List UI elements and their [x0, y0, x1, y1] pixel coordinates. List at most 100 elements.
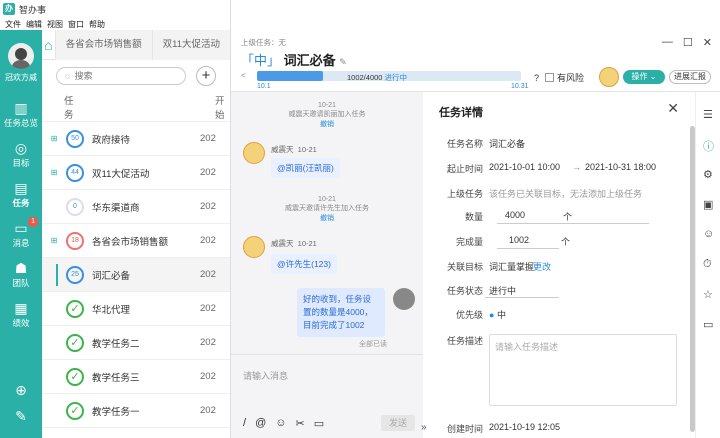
search-row: ○ + [42, 60, 230, 92]
info-icon[interactable]: ⓘ [703, 138, 714, 154]
overview-icon: ▥ [14, 100, 28, 116]
field-task-name: 任务名称 词汇必备 [446, 137, 526, 150]
progress-ring: 44 [66, 163, 84, 182]
menu-help[interactable]: 帮助 [89, 19, 105, 30]
task-name: 教学任务一 [92, 406, 140, 418]
chat-bubble: @凯丽(汪凯丽) [271, 158, 340, 178]
close-form-icon[interactable]: ✕ [667, 100, 679, 117]
field-completed: 完成量 1002 个 [455, 235, 571, 249]
task-row[interactable]: ⊞ 18 各省会市场销售额 202 [42, 224, 230, 258]
send-button[interactable]: 发送 [381, 415, 415, 431]
menu-file[interactable]: 文件 [5, 19, 21, 30]
sidebar: 冠欢方威 ▥ 任务总览 ◎ 目标 ▤ 任务 ▭ 消息 1 ☗ 团队 ▦ 绩效 ⊕ ✎ [0, 30, 42, 438]
detail-maximize-button[interactable]: ☐ [683, 36, 693, 49]
slash-command-icon[interactable]: / [243, 417, 246, 430]
task-start-date: 202 [200, 133, 216, 144]
detail-close-button[interactable]: ✕ [703, 36, 712, 49]
detail-minimize-button[interactable]: — [662, 36, 673, 49]
emoji-icon[interactable]: ☺ [275, 417, 286, 430]
document-icon[interactable]: ▣ [703, 198, 713, 211]
field-status: 任务状态 进行中 [427, 284, 689, 300]
sender-avatar[interactable] [243, 142, 265, 164]
risk-checkbox[interactable] [545, 73, 555, 82]
menu-edit[interactable]: 编辑 [26, 19, 42, 30]
sender-name: 威震天 10-21 [271, 145, 317, 154]
undo-link[interactable]: 撤销 [231, 213, 423, 223]
operation-button[interactable]: 操作 ⌄ [623, 70, 665, 84]
nav-messages[interactable]: ▭ 消息 1 [0, 217, 42, 249]
progress-report-button[interactable]: 进展汇报 [669, 70, 711, 84]
task-row[interactable]: 0 华东渠道商 202 [42, 190, 230, 224]
detail-header: — ☐ ✕ 上级任务：无 「中」 词汇必备 ✎ < 1002/4000 进行中 … [231, 0, 720, 92]
tab-province-sales[interactable]: 各省会市场销售额 [54, 29, 152, 60]
task-name-input[interactable]: 词汇必备 [489, 137, 525, 150]
chat-bubble: @许先生(123) [271, 254, 337, 274]
col-task-header[interactable]: 任务 [64, 93, 79, 121]
priority-select[interactable]: ● 中 [489, 308, 506, 321]
task-start-date: 202 [200, 337, 216, 348]
owner-avatar[interactable] [599, 67, 619, 87]
clock-icon[interactable]: ⏱ [703, 258, 712, 271]
star-icon[interactable]: ☆ [703, 288, 713, 301]
field-goal: 关联目标 词汇量掌握 更改 [446, 260, 552, 273]
search-input[interactable] [74, 71, 165, 81]
subtask-icon: ⊞ [50, 236, 58, 245]
tab-bar: ⌂ 各省会市场销售额 双11大促活动 [42, 29, 230, 60]
message-input-area[interactable]: 请输入消息 / @ ☺ ✂ ▭ 发送 [231, 354, 423, 438]
menu-view[interactable]: 视图 [47, 19, 63, 30]
task-row[interactable]: 25 词汇必备 202 [42, 258, 230, 292]
task-row[interactable]: ✓ 教学任务三 202 [42, 360, 230, 394]
nav-overview[interactable]: ▥ 任务总览 [0, 100, 42, 129]
target-icon: ◎ [14, 140, 28, 156]
task-name: 词汇必备 [92, 270, 131, 282]
nav-performance[interactable]: ▦ 绩效 [0, 300, 42, 329]
description-textarea[interactable]: 请输入任务描述 [489, 334, 677, 406]
add-member-button[interactable]: ⊕ [0, 382, 42, 398]
add-task-button[interactable]: + [196, 66, 216, 86]
nav-team[interactable]: ☗ 团队 [0, 260, 42, 289]
folder-icon[interactable]: ▭ [314, 417, 324, 430]
task-row[interactable]: ✓ 教学任务一 202 [42, 394, 230, 428]
progress-ring: 18 [66, 231, 84, 250]
search-box[interactable]: ○ [56, 67, 186, 85]
list-icon[interactable]: ☰ [703, 108, 713, 121]
person-icon[interactable]: ☺ [703, 228, 714, 240]
end-time-input[interactable]: 2021-10-31 18:00 [585, 162, 656, 172]
tab-double11[interactable]: 双11大促活动 [151, 29, 230, 60]
edit-title-icon[interactable]: ✎ [339, 57, 347, 67]
task-name: 教学任务二 [92, 338, 140, 350]
progress-end-date: 10.31 [511, 83, 529, 90]
risk-toggle[interactable]: ? 有风险 [534, 71, 584, 84]
user-avatar[interactable] [8, 43, 34, 69]
task-row[interactable]: ⊞ 44 双11大促活动 202 [42, 156, 230, 190]
scissors-icon[interactable]: ✂ [295, 417, 304, 430]
parent-task-label: 上级任务：无 [241, 38, 286, 47]
task-row[interactable]: ✓ 华北代理 202 [42, 292, 230, 326]
menu-window[interactable]: 窗口 [68, 19, 84, 30]
mention-icon[interactable]: @ [255, 417, 266, 430]
nav-goals[interactable]: ◎ 目标 [0, 140, 42, 169]
back-icon[interactable]: < [241, 71, 246, 80]
message-input[interactable]: 请输入消息 [243, 369, 288, 382]
task-title: 「中」 词汇必备 ✎ [241, 53, 347, 68]
task-start-date: 202 [200, 303, 216, 314]
list-header: 任务 开始 [42, 92, 230, 122]
settings-icon[interactable]: ⚙ [703, 168, 713, 181]
nav-tasks[interactable]: ▤ 任务 [0, 180, 42, 209]
user-name: 冠欢方威 [5, 73, 37, 82]
collapse-chat-icon[interactable]: » [421, 422, 427, 433]
home-tab-icon[interactable]: ⌂ [42, 37, 55, 53]
task-row[interactable]: ⊞ 50 政府接待 202 [42, 122, 230, 156]
progress-ring: 50 [66, 129, 84, 148]
task-row[interactable]: ✓ 教学任务二 202 [42, 326, 230, 360]
undo-link[interactable]: 撤销 [231, 119, 423, 129]
start-time-input[interactable]: 2021-10-01 10:00 [489, 162, 560, 172]
change-goal-link[interactable]: 更改 [533, 260, 551, 273]
col-start-header[interactable]: 开始 [215, 93, 230, 121]
sender-avatar[interactable] [243, 236, 265, 258]
feedback-button[interactable]: ✎ [0, 408, 42, 424]
my-avatar[interactable] [393, 288, 415, 310]
folder-icon[interactable]: ▭ [703, 318, 713, 331]
field-quantity: 数量 4000 个 [427, 210, 689, 226]
subtask-icon: ⊞ [50, 168, 58, 177]
